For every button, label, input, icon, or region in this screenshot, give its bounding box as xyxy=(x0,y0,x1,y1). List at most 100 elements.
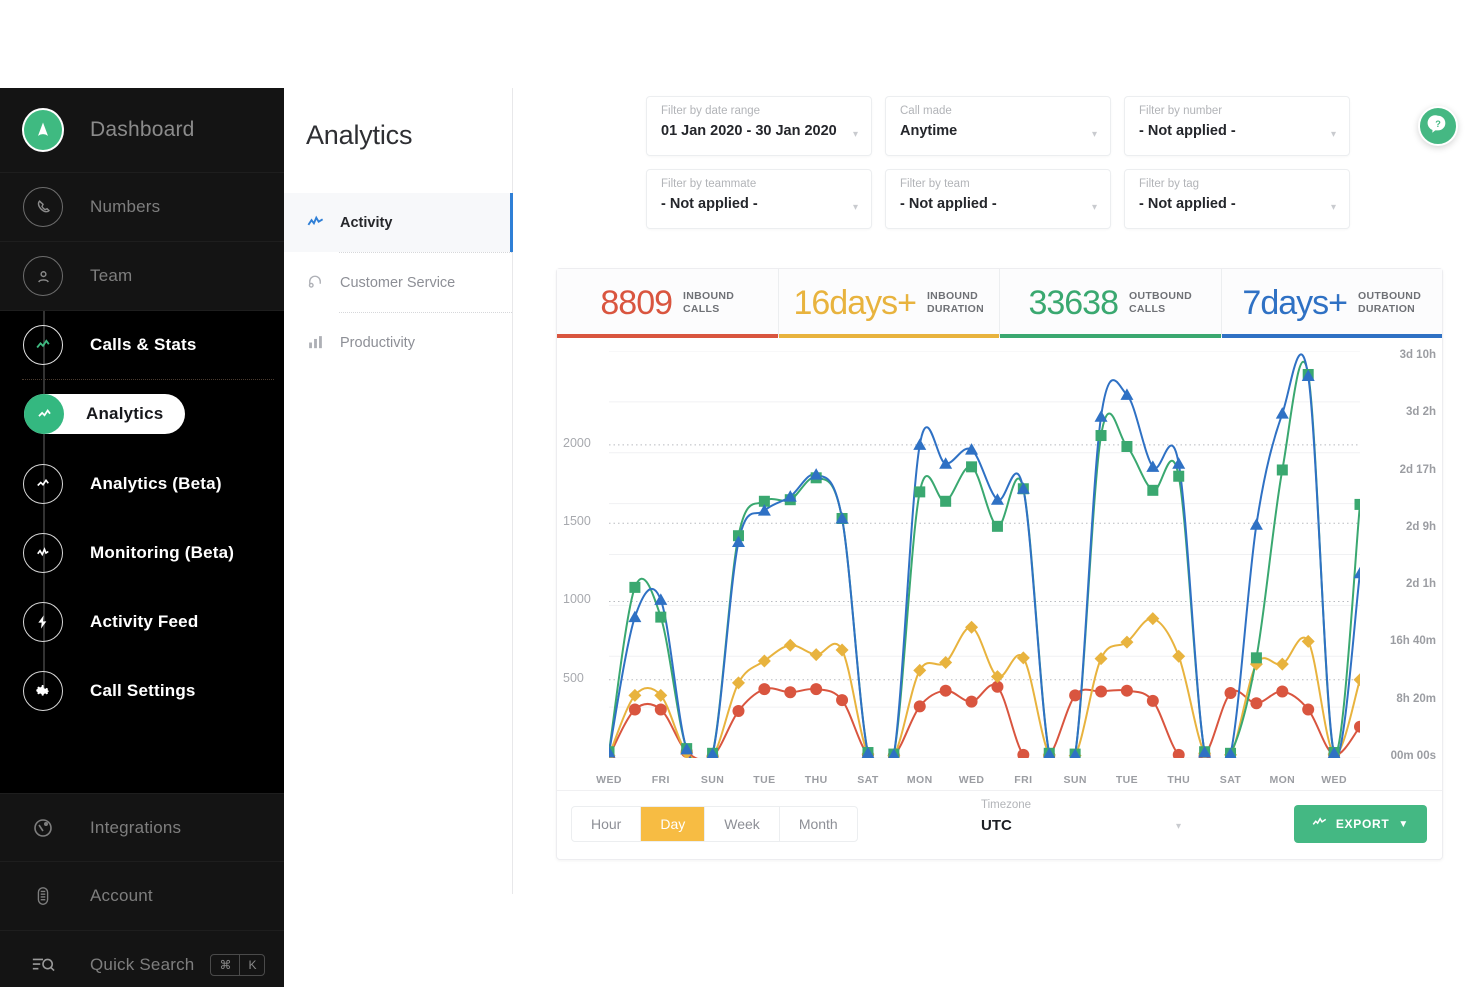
analytics-beta-icon xyxy=(22,463,64,505)
page-title: Analytics xyxy=(284,88,512,151)
sidebar-label-analytics: Analytics xyxy=(86,404,163,424)
granularity-option-month[interactable]: Month xyxy=(780,807,857,841)
kpi-caption-line2: CALLS xyxy=(683,303,734,316)
chevron-down-icon: ▾ xyxy=(853,202,858,213)
granularity-selector[interactable]: HourDayWeekMonth xyxy=(571,806,858,842)
sidebar-item-quick-search[interactable]: Quick Search ⌘ K xyxy=(0,931,284,987)
bar-chart-icon xyxy=(304,334,326,351)
sidebar-item-customer-service[interactable]: Customer Service xyxy=(284,253,512,312)
sidebar-label-call-settings: Call Settings xyxy=(90,681,196,701)
kpi-caption-line1: INBOUND xyxy=(927,290,984,303)
chevron-down-icon: ▼ xyxy=(1398,819,1409,830)
svg-text:?: ? xyxy=(1435,118,1441,128)
kpi-outbound-duration-value: 7days+ xyxy=(1242,284,1347,323)
sidebar-label-team: Team xyxy=(90,266,132,286)
y-axis-right-tick: 00m 00s xyxy=(1391,750,1436,762)
user-icon xyxy=(22,255,64,297)
sidebar-label-analytics-beta: Analytics (Beta) xyxy=(90,474,222,494)
chevron-down-icon: ▾ xyxy=(1092,129,1097,140)
kpi-inbound-duration-value: 16days+ xyxy=(793,284,916,323)
x-axis-tick: MON xyxy=(907,774,933,786)
activity-chart: 500100015002000 00m 00s8h 20m16h 40m2d 1… xyxy=(557,337,1442,792)
granularity-option-week[interactable]: Week xyxy=(705,807,780,841)
x-axis-tick: WED xyxy=(596,774,622,786)
chevron-down-icon: ▾ xyxy=(1092,202,1097,213)
export-button[interactable]: EXPORT ▼ xyxy=(1294,805,1427,843)
filter-teammate[interactable]: Filter by teammate - Not applied - ▾ xyxy=(646,169,872,229)
kpi-outbound-duration-caption: OUTBOUND DURATION xyxy=(1358,290,1421,316)
sidebar-item-calls-stats[interactable]: Calls & Stats xyxy=(0,311,284,379)
kpi-inbound-calls-caption: INBOUND CALLS xyxy=(683,290,734,316)
filter-call-made-value: Anytime xyxy=(900,123,1096,139)
filter-teammate-value: - Not applied - xyxy=(661,196,857,212)
sidebar-item-analytics[interactable]: Analytics xyxy=(0,380,284,449)
sidebar-item-productivity[interactable]: Productivity xyxy=(284,313,512,372)
filter-number-label: Filter by number xyxy=(1139,105,1335,117)
kpi-inbound-calls: 8809 INBOUND CALLS xyxy=(557,269,779,337)
sidebar-item-activity[interactable]: Activity xyxy=(284,193,512,252)
sidebar-item-activity-feed[interactable]: Activity Feed xyxy=(0,587,284,656)
sidebar-item-analytics-beta[interactable]: Analytics (Beta) xyxy=(0,449,284,518)
kpi-caption-line2: CALLS xyxy=(1129,303,1192,316)
sidebar-label-productivity: Productivity xyxy=(340,335,415,351)
filter-number[interactable]: Filter by number - Not applied - ▾ xyxy=(1124,96,1350,156)
x-axis-tick: TUE xyxy=(753,774,775,786)
kpi-outbound-duration: 7days+ OUTBOUND DURATION xyxy=(1222,269,1443,337)
filter-team-value: - Not applied - xyxy=(900,196,1096,212)
analytics-icon xyxy=(24,393,64,435)
y-axis-left-tick: 1000 xyxy=(563,592,591,606)
sidebar-spacer xyxy=(0,725,284,793)
filter-bar: Filter by date range 01 Jan 2020 - 30 Ja… xyxy=(646,96,1350,229)
activity-line-icon xyxy=(304,213,326,232)
sidebar-item-call-settings[interactable]: Call Settings xyxy=(0,656,284,725)
export-button-label: EXPORT xyxy=(1336,817,1390,831)
x-axis-tick: THU xyxy=(1167,774,1190,786)
sidebar-item-numbers[interactable]: Numbers xyxy=(0,173,284,242)
y-axis-left-tick: 2000 xyxy=(563,436,591,450)
filter-tag[interactable]: Filter by tag - Not applied - ▾ xyxy=(1124,169,1350,229)
shortcut-cmd: ⌘ xyxy=(211,955,240,975)
timezone-selector[interactable]: Timezone UTC ▾ xyxy=(981,799,1181,834)
y-axis-right-tick: 2d 1h xyxy=(1406,578,1436,590)
granularity-option-day[interactable]: Day xyxy=(641,807,705,841)
y-axis-right-tick: 3d 2h xyxy=(1406,406,1436,418)
sidebar-label-integrations: Integrations xyxy=(90,818,181,838)
kpi-inbound-duration-caption: INBOUND DURATION xyxy=(927,290,984,316)
help-question-icon: ? xyxy=(1427,113,1449,140)
help-button[interactable]: ? xyxy=(1418,106,1458,146)
x-axis-tick: WED xyxy=(1321,774,1347,786)
aircall-logo-icon xyxy=(22,109,64,151)
x-axis-tick: MON xyxy=(1269,774,1295,786)
sidebar-label-activity-feed: Activity Feed xyxy=(90,612,198,632)
filter-date-range[interactable]: Filter by date range 01 Jan 2020 - 30 Ja… xyxy=(646,96,872,156)
chart-svg xyxy=(609,351,1360,758)
filter-number-value: - Not applied - xyxy=(1139,123,1335,139)
analytics-card: 8809 INBOUND CALLS 16days+ INBOUND DURAT… xyxy=(556,268,1443,860)
filter-call-made[interactable]: Call made Anytime ▾ xyxy=(885,96,1111,156)
kpi-outbound-calls-caption: OUTBOUND CALLS xyxy=(1129,290,1192,316)
x-axis-tick: WED xyxy=(959,774,985,786)
sidebar-item-account[interactable]: Account xyxy=(0,862,284,931)
x-axis-tick: SUN xyxy=(1063,774,1086,786)
sidebar-item-integrations[interactable]: Integrations xyxy=(0,793,284,862)
gear-icon xyxy=(22,670,64,712)
phone-icon xyxy=(22,186,64,228)
sidebar-item-monitoring-beta[interactable]: Monitoring (Beta) xyxy=(0,518,284,587)
granularity-option-hour[interactable]: Hour xyxy=(572,807,641,841)
primary-sidebar: Dashboard Numbers Team Calls & Stats xyxy=(0,88,284,894)
quick-search-shortcut: ⌘ K xyxy=(210,954,265,976)
filter-call-made-label: Call made xyxy=(900,105,1096,117)
shortcut-key: K xyxy=(240,955,264,975)
export-line-icon xyxy=(1312,817,1327,831)
sidebar-label-numbers: Numbers xyxy=(90,197,160,217)
y-axis-left-tick: 1500 xyxy=(563,514,591,528)
y-axis-right-tick: 2d 17h xyxy=(1400,464,1436,476)
filter-date-range-value: 01 Jan 2020 - 30 Jan 2020 xyxy=(661,123,857,139)
sidebar-item-team[interactable]: Team xyxy=(0,242,284,311)
y-axis-right-tick: 8h 20m xyxy=(1396,693,1436,705)
sidebar-item-dashboard[interactable]: Dashboard xyxy=(0,88,284,173)
kpi-caption-line1: OUTBOUND xyxy=(1358,290,1421,303)
filter-tag-label: Filter by tag xyxy=(1139,178,1335,190)
x-axis-tick: THU xyxy=(805,774,828,786)
filter-team[interactable]: Filter by team - Not applied - ▾ xyxy=(885,169,1111,229)
